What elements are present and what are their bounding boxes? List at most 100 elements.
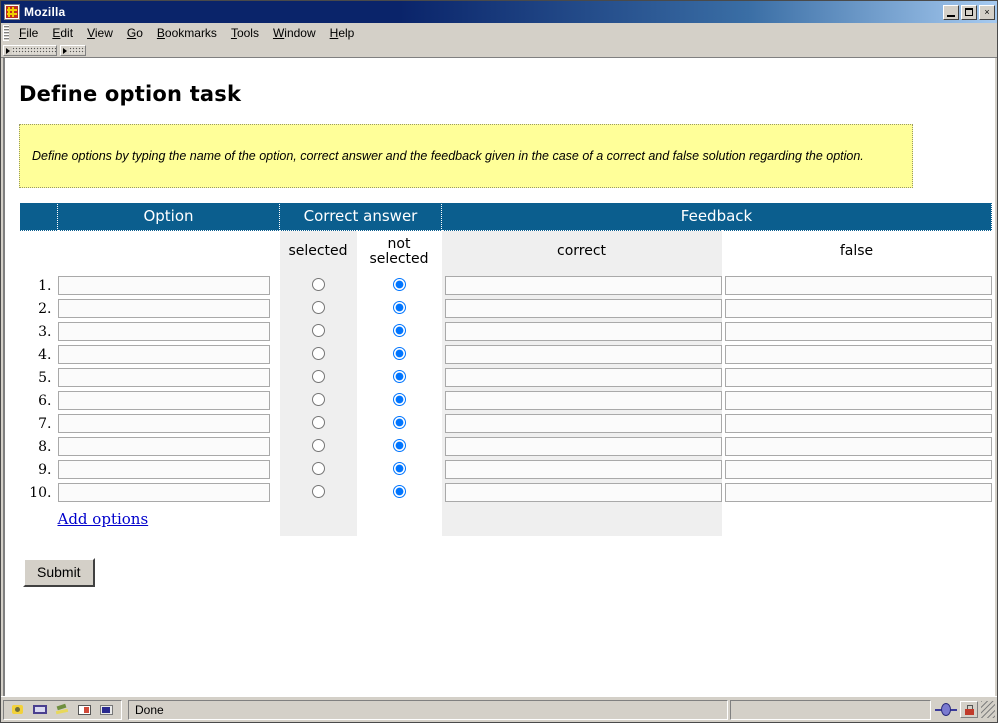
option-input[interactable] [57,345,270,365]
feedback-correct-input[interactable] [444,414,722,434]
menu-go[interactable]: Go [120,24,150,42]
selected-radio[interactable] [311,323,325,337]
option-input[interactable] [57,483,270,503]
selected-radio[interactable] [311,277,325,291]
addressbook-icon[interactable] [76,702,93,717]
option-input[interactable] [57,460,270,480]
selected-radio-cell [279,435,357,459]
selected-radio[interactable] [311,369,325,383]
footer-not-selected-fill [356,504,442,537]
menu-file[interactable]: File [12,24,45,42]
browser-icon[interactable] [10,702,27,717]
personal-toolbar-grippy[interactable] [60,45,86,56]
not-selected-radio[interactable] [392,277,406,291]
feedback-false-input[interactable] [724,414,992,434]
option-input[interactable] [57,414,270,434]
feedback-correct-input[interactable] [444,345,722,365]
component-bar [3,699,122,720]
option-cell [57,458,280,481]
not-selected-radio[interactable] [392,323,406,337]
feedback-correct-input[interactable] [444,437,722,457]
minimize-button[interactable] [943,4,959,20]
header-correct-answer: Correct answer [278,202,443,231]
feedback-correct-input[interactable] [444,276,722,296]
not-selected-radio[interactable] [392,346,406,360]
feedback-false-input[interactable] [724,368,992,388]
selected-radio[interactable] [311,461,325,475]
option-cell [57,412,280,435]
selected-radio[interactable] [311,392,325,406]
mail-icon[interactable] [54,702,71,717]
menu-view-label: iew [94,26,113,40]
feedback-false-cell [721,458,992,482]
security-lock-icon[interactable] [960,701,978,718]
navigation-toolbar-grippy[interactable] [3,45,57,56]
menubar-grip[interactable] [3,25,9,41]
maximize-button[interactable] [961,4,977,20]
feedback-correct-cell [441,297,722,321]
options-table: Option Correct answer Feedback selected … [19,202,993,537]
feedback-correct-input[interactable] [444,368,722,388]
menu-window[interactable]: Window [266,24,323,42]
network-icon[interactable] [935,701,957,718]
selected-radio[interactable] [311,484,325,498]
not-selected-radio[interactable] [392,392,406,406]
irc-icon[interactable] [98,702,115,717]
not-selected-radio[interactable] [392,369,406,383]
instruction-notice: Define options by typing the name of the… [19,124,913,188]
feedback-correct-input[interactable] [444,322,722,342]
menu-edit-label: dit [60,26,74,40]
menu-file-label: ile [26,26,39,40]
menu-view[interactable]: View [80,24,120,42]
feedback-correct-input[interactable] [444,483,722,503]
option-input[interactable] [57,368,270,388]
menu-go-label: o [136,26,143,40]
feedback-false-input[interactable] [724,322,992,342]
selected-radio[interactable] [311,415,325,429]
feedback-false-input[interactable] [724,437,992,457]
selected-radio[interactable] [311,300,325,314]
option-input[interactable] [57,437,270,457]
close-button[interactable]: × [979,4,995,20]
feedback-false-input[interactable] [724,483,992,503]
not-selected-radio[interactable] [392,484,406,498]
table-row: 8. [20,435,992,459]
subheader-selected: selected [279,230,357,275]
selected-radio-cell [279,458,357,482]
feedback-false-input[interactable] [724,391,992,411]
selected-radio[interactable] [311,438,325,452]
not-selected-radio[interactable] [392,461,406,475]
feedback-false-input[interactable] [724,299,992,319]
feedback-correct-input[interactable] [444,299,722,319]
option-input[interactable] [57,299,270,319]
not-selected-radio[interactable] [392,415,406,429]
page-title: Define option task [19,82,242,106]
resize-grip[interactable] [981,701,995,718]
row-number: 9. [38,461,52,478]
table-row: 5. [20,366,992,390]
feedback-false-input[interactable] [724,276,992,296]
menu-bookmarks[interactable]: Bookmarks [150,24,224,42]
option-input[interactable] [57,276,270,296]
feedback-false-input[interactable] [724,345,992,365]
footer-false-fill [721,504,992,537]
table-row: 1. [20,274,992,298]
option-input[interactable] [57,322,270,342]
menu-tools[interactable]: Tools [224,24,266,42]
composer-icon[interactable] [32,702,49,717]
feedback-correct-input[interactable] [444,460,722,480]
not-selected-radio[interactable] [392,438,406,452]
not-selected-radio[interactable] [392,300,406,314]
row-number: 6. [38,392,52,409]
submit-button[interactable]: Submit [23,558,95,588]
selected-radio[interactable] [311,346,325,360]
option-input[interactable] [57,391,270,411]
chevron-right-icon [6,47,10,54]
feedback-false-input[interactable] [724,460,992,480]
add-options-link[interactable]: Add options [58,506,149,534]
menu-edit[interactable]: Edit [45,24,80,42]
selected-radio-cell [279,366,357,390]
menu-help[interactable]: Help [323,24,362,42]
title-bar: Mozilla × [1,1,997,23]
feedback-correct-input[interactable] [444,391,722,411]
